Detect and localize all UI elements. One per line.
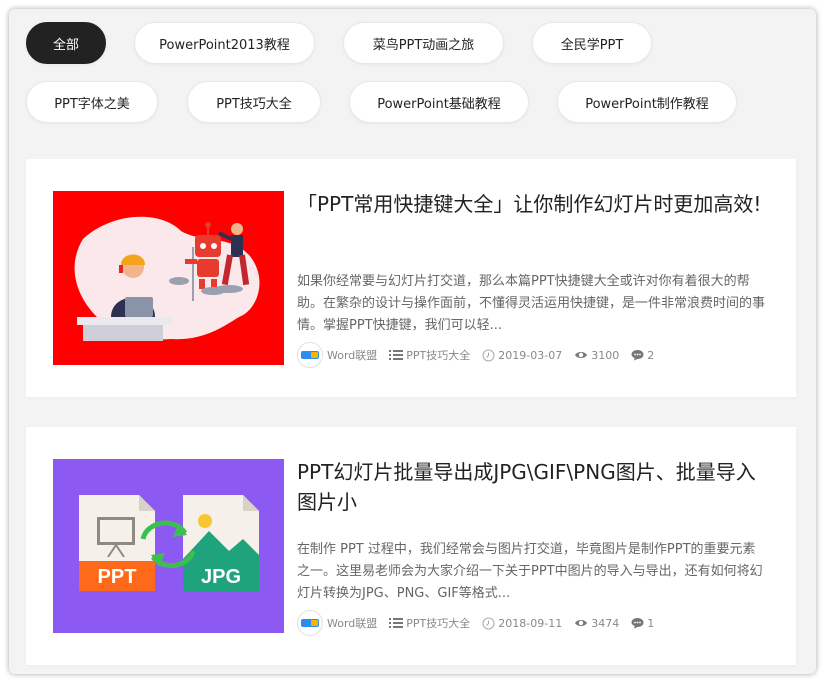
clock-icon bbox=[482, 617, 495, 630]
post-views: 3474 bbox=[574, 617, 619, 630]
tag-powerpoint-making[interactable]: PowerPoint制作教程 bbox=[557, 81, 737, 123]
ppt-file-label: PPT bbox=[98, 566, 137, 588]
category-name: PPT技巧大全 bbox=[406, 617, 471, 630]
eye-icon bbox=[574, 618, 588, 628]
author-name: Word联盟 bbox=[327, 349, 378, 362]
comments-count: 2 bbox=[647, 348, 655, 362]
views-count: 3474 bbox=[591, 616, 620, 630]
word-lianmeng-logo-icon bbox=[297, 342, 323, 368]
post-meta: Word联盟 PPT技巧大全 2019-03-07 3100 2 bbox=[297, 342, 666, 368]
post-author[interactable]: Word联盟 bbox=[297, 610, 377, 636]
views-count: 3100 bbox=[591, 348, 620, 362]
content-panel: 全部 PowerPoint2013教程 菜鸟PPT动画之旅 全民学PPT PPT… bbox=[9, 9, 816, 674]
date-text: 2018-09-11 bbox=[498, 616, 563, 630]
author-name: Word联盟 bbox=[327, 617, 378, 630]
tag-ppt-font[interactable]: PPT字体之美 bbox=[26, 81, 158, 123]
post-thumbnail[interactable] bbox=[53, 191, 284, 365]
post-category[interactable]: PPT技巧大全 bbox=[389, 615, 470, 631]
robot-illustration bbox=[53, 191, 284, 365]
category-name: PPT技巧大全 bbox=[406, 349, 471, 362]
tag-powerpoint2013[interactable]: PowerPoint2013教程 bbox=[134, 22, 315, 64]
comment-icon bbox=[631, 349, 644, 361]
list-icon bbox=[389, 617, 404, 629]
post-excerpt: 在制作 PPT 过程中，我们经常会与图片打交道，毕竟图片是制作PPT的重要元素之… bbox=[297, 542, 763, 601]
eye-icon bbox=[574, 350, 588, 360]
post-excerpt: 如果你经常要与幻灯片打交道，那么本篇PPT快捷键大全或许对你有着很大的帮助。在繁… bbox=[297, 274, 766, 333]
tag-powerpoint-basic[interactable]: PowerPoint基础教程 bbox=[349, 81, 529, 123]
post-card: PPT JPG PPT幻灯片批量导出成JPG\GIF\PNG图片、批量导入图片小… bbox=[26, 427, 796, 665]
post-date: 2019-03-07 bbox=[482, 349, 562, 362]
tag-quanmin-xue-ppt[interactable]: 全民学PPT bbox=[532, 22, 652, 64]
comments-count: 1 bbox=[647, 616, 655, 630]
post-thumbnail[interactable]: PPT JPG bbox=[53, 459, 284, 633]
post-category[interactable]: PPT技巧大全 bbox=[389, 347, 470, 363]
post-title[interactable]: PPT幻灯片批量导出成JPG\GIF\PNG图片、批量导入图片小 bbox=[297, 457, 767, 517]
comment-icon bbox=[631, 617, 644, 629]
tag-ppt-tips[interactable]: PPT技巧大全 bbox=[187, 81, 321, 123]
word-lianmeng-logo-icon bbox=[297, 610, 323, 636]
post-comments[interactable]: 1 bbox=[631, 617, 654, 630]
post-title[interactable]: 「PPT常用快捷键大全」让你制作幻灯片时更加高效! bbox=[297, 189, 767, 219]
post-author[interactable]: Word联盟 bbox=[297, 342, 377, 368]
post-meta: Word联盟 PPT技巧大全 2018-09-11 3474 1 bbox=[297, 610, 666, 636]
post-date: 2018-09-11 bbox=[482, 617, 562, 630]
list-icon bbox=[389, 349, 404, 361]
date-text: 2019-03-07 bbox=[498, 348, 563, 362]
post-comments[interactable]: 2 bbox=[631, 349, 654, 362]
ppt-to-jpg-illustration: PPT JPG bbox=[53, 459, 284, 633]
category-tag-bar: 全部 PowerPoint2013教程 菜鸟PPT动画之旅 全民学PPT PPT… bbox=[9, 9, 816, 149]
tag-cainiao-ppt-animation[interactable]: 菜鸟PPT动画之旅 bbox=[343, 22, 504, 64]
post-views: 3100 bbox=[574, 349, 619, 362]
tag-all[interactable]: 全部 bbox=[26, 22, 106, 64]
clock-icon bbox=[482, 349, 495, 362]
post-card: 「PPT常用快捷键大全」让你制作幻灯片时更加高效! 如果你经常要与幻灯片打交道，… bbox=[26, 159, 796, 397]
jpg-file-label: JPG bbox=[201, 566, 241, 588]
